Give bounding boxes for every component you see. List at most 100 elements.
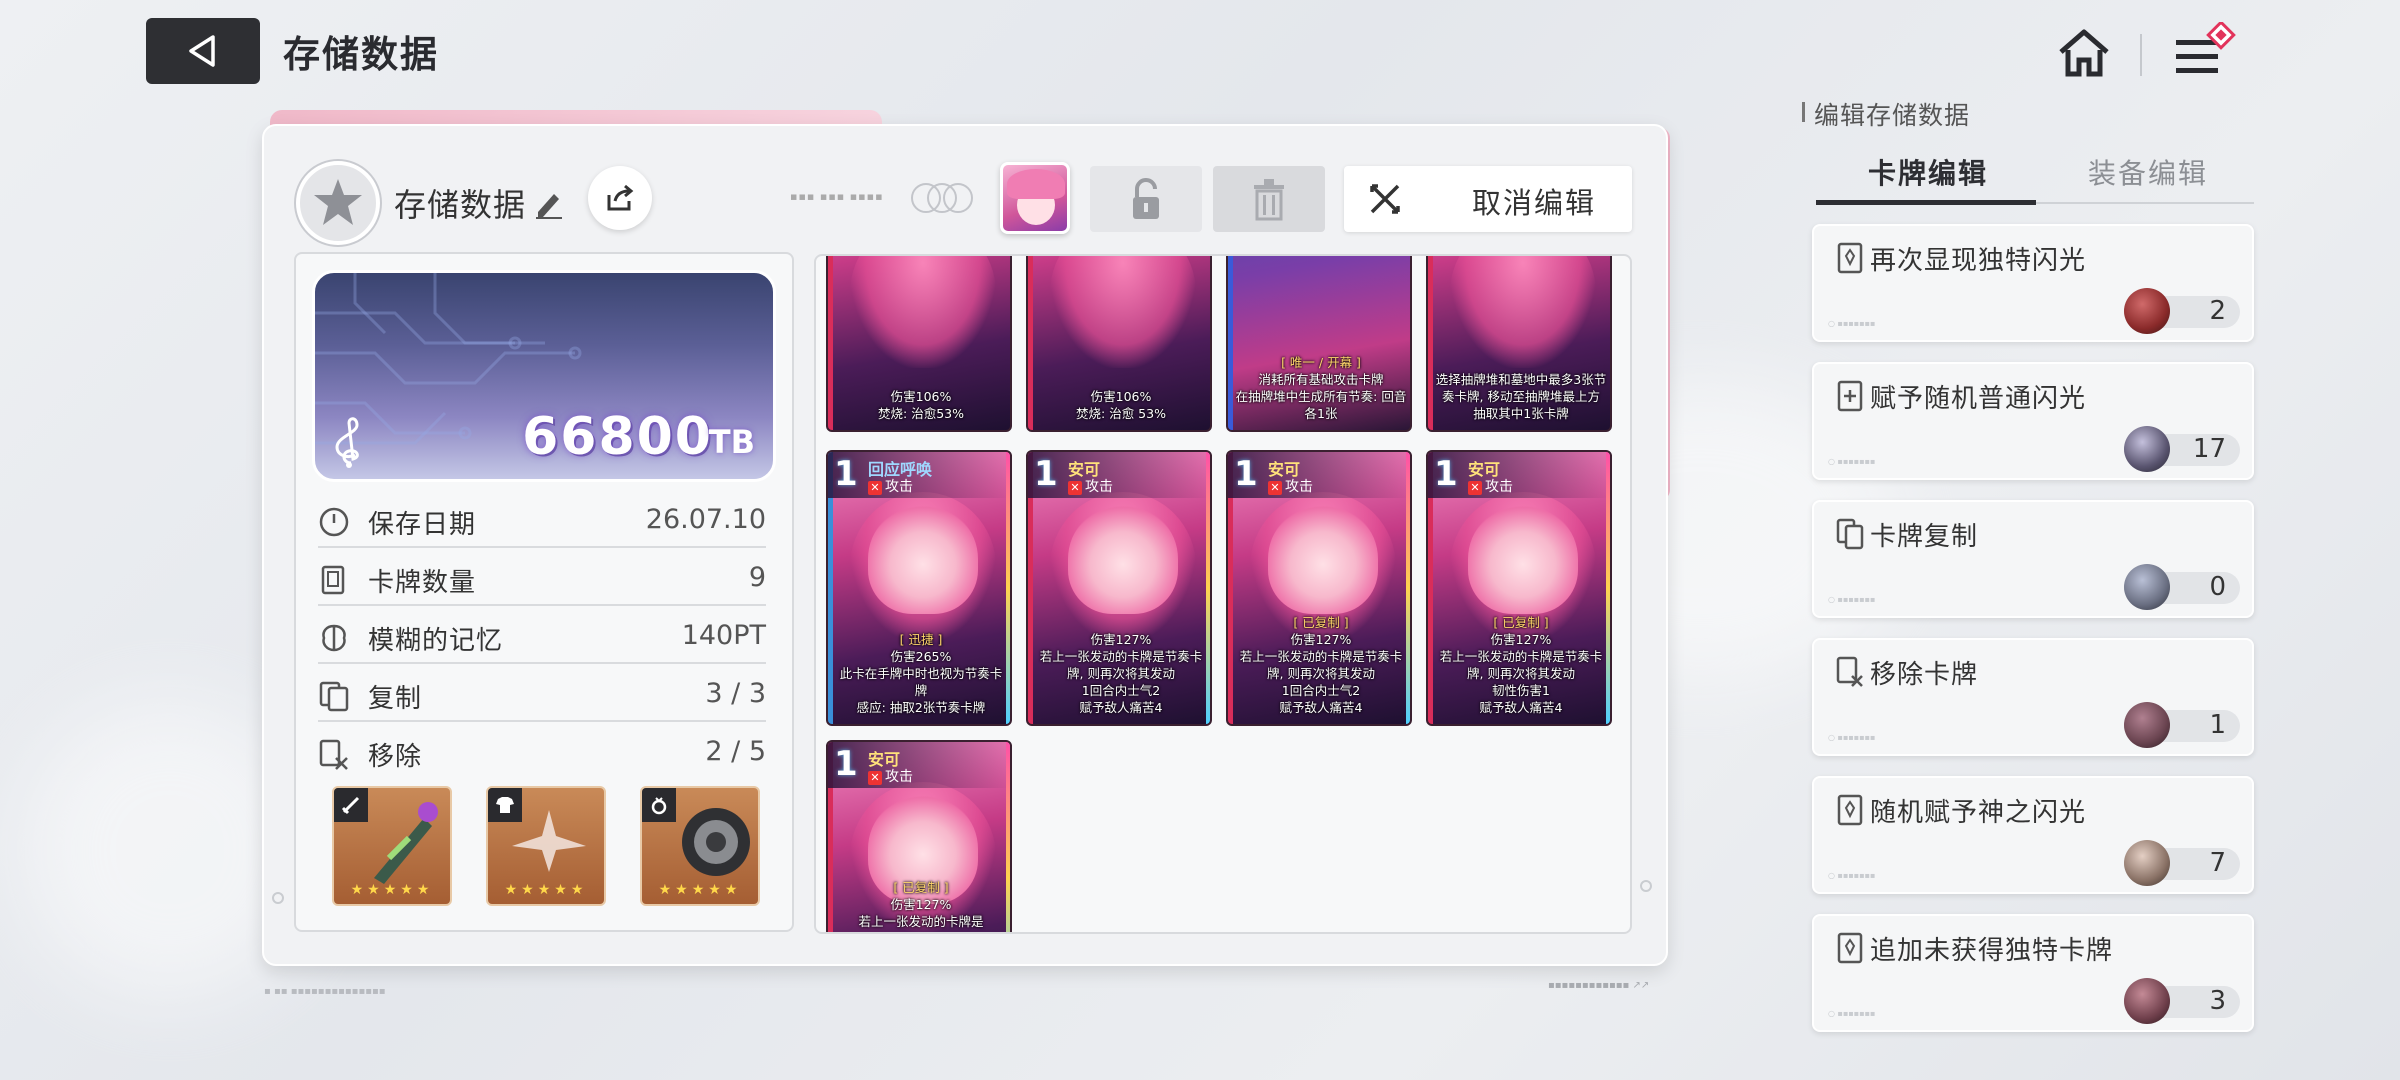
decorative-footer-left: ▪ ▪▪ ▪▪▪▪▪▪▪▪▪▪▪▪▪▪: [264, 986, 386, 997]
copy-card-icon: [319, 681, 349, 712]
card-description: 伤害106% 焚烧: 治愈53%: [878, 389, 964, 421]
material-icon: [2124, 978, 2170, 1024]
option-label: 赋予随机普通闪光: [1870, 384, 2087, 414]
card-cost: 1: [1434, 454, 1458, 494]
option-label: 卡牌复制: [1870, 522, 1979, 552]
share-icon: [607, 184, 634, 211]
stat-label: 卡牌数量: [368, 568, 477, 598]
card-type: ✕ 攻击: [868, 476, 913, 496]
stat-value: 2 / 5: [705, 736, 766, 767]
card-description: 伤害106% 焚烧: 治愈 53%: [1076, 389, 1166, 421]
card-description: 伤害127% 若上一张发动的卡牌是节奏卡牌, 则再次将其发动 1回合内士气2 赋予敌人…: [1039, 632, 1203, 715]
option-random-divine-flash[interactable]: 随机赋予神之闪光 ○ ▪▪▪▪▪▪▪ 7: [1812, 776, 2254, 894]
decorative-dot: ○ ▪▪▪▪▪▪▪: [1828, 457, 1876, 466]
card-cost: 1: [834, 454, 858, 494]
equipment-armor[interactable]: ★★★★★: [486, 786, 606, 906]
tb-unit: TB: [708, 423, 755, 461]
decorative-dot: ○ ▪▪▪▪▪▪▪: [1828, 871, 1876, 880]
material-count: 7: [2209, 848, 2226, 878]
stat-save-date: 保存日期 26.07.10: [318, 492, 766, 548]
tab-card-edit[interactable]: 卡牌编辑: [1868, 152, 1988, 192]
edit-name-button[interactable]: [532, 186, 566, 220]
armor-art: [512, 810, 586, 872]
remove-card-icon: [319, 739, 348, 770]
card-type: ✕ 攻击: [1068, 476, 1113, 496]
card-item[interactable]: 伤害106% 焚烧: 治愈 53%: [1026, 256, 1212, 432]
tab-equipment-edit[interactable]: 装备编辑: [2088, 152, 2208, 192]
decorative-dot: ○ ▪▪▪▪▪▪▪: [1828, 733, 1876, 742]
back-button[interactable]: [146, 18, 260, 84]
stat-copy: 复制 3 / 3: [318, 666, 766, 722]
card-plus-icon: [1837, 380, 1863, 412]
card-flash-icon: [1837, 242, 1863, 274]
card-item[interactable]: 1 回应呼唤 ✕ 攻击 [ 迅捷 ] 伤害265% 此卡在手牌中时也视为节奏卡牌 感应:…: [826, 450, 1012, 726]
close-icon: [1370, 184, 1400, 214]
stat-value: 3 / 3: [705, 678, 766, 709]
unlock-icon: [1133, 178, 1159, 219]
card-item[interactable]: 1 安可 ✕ 攻击 [ 已复制 ] 伤害127% 若上一张发动的卡牌是节奏卡牌, 则再…: [1226, 450, 1412, 726]
card-cost: 1: [834, 744, 858, 784]
stat-label: 复制: [368, 684, 423, 714]
card-flash-icon: [1837, 794, 1863, 826]
copy-card-icon: [1836, 518, 1864, 550]
equipment-stars: ★★★★★: [504, 882, 588, 898]
save-name: 存储数据: [394, 186, 527, 224]
card-item[interactable]: 1 安可 ✕ 攻击 [ 已复制 ] 伤害127% 若上一张发动的卡牌是: [826, 740, 1012, 932]
card-description: [ 迅捷 ] 伤害265% 此卡在手牌中时也视为节奏卡牌 感应: 抽取2张节奏卡牌: [839, 632, 1003, 715]
card-type: ✕ 攻击: [1268, 476, 1313, 496]
material-icon: [2124, 426, 2170, 472]
stat-value: 9: [748, 562, 766, 593]
card-description: [ 已复制 ] 伤害127% 若上一张发动的卡牌是: [858, 880, 984, 929]
clock-icon: [319, 507, 349, 537]
material-icon: [2124, 564, 2170, 610]
treble-clef-icon: [335, 417, 359, 468]
option-remove-card[interactable]: 移除卡牌 ○ ▪▪▪▪▪▪▪ 1: [1812, 638, 2254, 756]
decorative-dot: ○ ▪▪▪▪▪▪▪: [1828, 319, 1876, 328]
stat-value: 26.07.10: [645, 504, 766, 535]
weapon-art: [374, 802, 438, 884]
tb-amount: 66800: [522, 407, 713, 467]
equipment-ring[interactable]: ★★★★★: [640, 786, 760, 906]
character-portrait-button[interactable]: [1000, 162, 1070, 234]
card-item[interactable]: 选择抽牌堆和墓地中最多3张节奏卡牌, 移动至抽牌堆最上方 抽取其中1张卡牌: [1426, 256, 1612, 432]
card-item[interactable]: 1 安可 ✕ 攻击 [ 已复制 ] 伤害127% 若上一张发动的卡牌是节奏卡牌, 则再…: [1426, 450, 1612, 726]
card-item[interactable]: 1 安可 ✕ 攻击 伤害127% 若上一张发动的卡牌是节奏卡牌, 则再次将其发动 1回…: [1026, 450, 1212, 726]
stat-remove: 移除 2 / 5: [318, 724, 766, 780]
lock-button[interactable]: [1090, 166, 1202, 232]
material-icon: [2124, 702, 2170, 748]
material-icon: [2124, 840, 2170, 886]
equipment-stars: ★★★★★: [658, 882, 742, 898]
card-item[interactable]: 伤害106% 焚烧: 治愈53%: [826, 256, 1012, 432]
menu-button[interactable]: [2172, 20, 2242, 84]
material-count: 2: [2209, 296, 2226, 326]
home-button[interactable]: [2055, 24, 2113, 82]
option-rediscover-unique-flash[interactable]: 再次显现独特闪光 ○ ▪▪▪▪▪▪▪ 2: [1812, 224, 2254, 342]
decorative-dot: [1640, 880, 1652, 892]
stat-card-count: 卡牌数量 9: [318, 550, 766, 606]
option-label: 移除卡牌: [1870, 660, 1979, 690]
card-type: ✕ 攻击: [868, 766, 913, 786]
option-label: 追加未获得独特卡牌: [1870, 936, 2114, 966]
edit-panel-title: 编辑存储数据: [1801, 96, 1970, 132]
stat-label: 保存日期: [368, 510, 477, 540]
stat-memory: 模糊的记忆 140PT: [318, 608, 766, 664]
option-label: 随机赋予神之闪光: [1870, 798, 2087, 828]
equipment-weapon[interactable]: ★★★★★: [332, 786, 452, 906]
star-emblem-icon: [314, 179, 362, 225]
edit-tabs: 卡牌编辑 装备编辑: [1816, 148, 2254, 204]
option-grant-random-normal-flash[interactable]: 赋予随机普通闪光 ○ ▪▪▪▪▪▪▪ 17: [1812, 362, 2254, 480]
cancel-edit-button[interactable]: 取消编辑: [1344, 166, 1632, 232]
option-card-copy[interactable]: 卡牌复制 ○ ▪▪▪▪▪▪▪ 0: [1812, 500, 2254, 618]
cancel-edit-label: 取消编辑: [1471, 186, 1596, 220]
material-count: 3: [2209, 986, 2226, 1016]
share-button[interactable]: [588, 166, 652, 230]
card-item[interactable]: [ 唯一 / 开幕 ] 消耗所有基础攻击卡牌 在抽牌堆中生成所有节奏: 回音各1张: [1226, 256, 1412, 432]
decorative-tiny-text: ▪▪▪ ▪▪▪ ▪▪▪▪: [790, 190, 884, 203]
equipment-stars: ★★★★★: [350, 882, 434, 898]
card-flash-icon: [1837, 932, 1863, 964]
decorative-footer-right: ▪▪▪▪▪▪▪▪▪▪▪▪ ↗↗: [1548, 980, 1650, 991]
material-count: 17: [2192, 434, 2226, 464]
delete-button[interactable]: [1213, 166, 1325, 232]
stat-label: 移除: [368, 742, 423, 772]
option-add-unowned-unique-card[interactable]: 追加未获得独特卡牌 ○ ▪▪▪▪▪▪▪ 3: [1812, 914, 2254, 1032]
